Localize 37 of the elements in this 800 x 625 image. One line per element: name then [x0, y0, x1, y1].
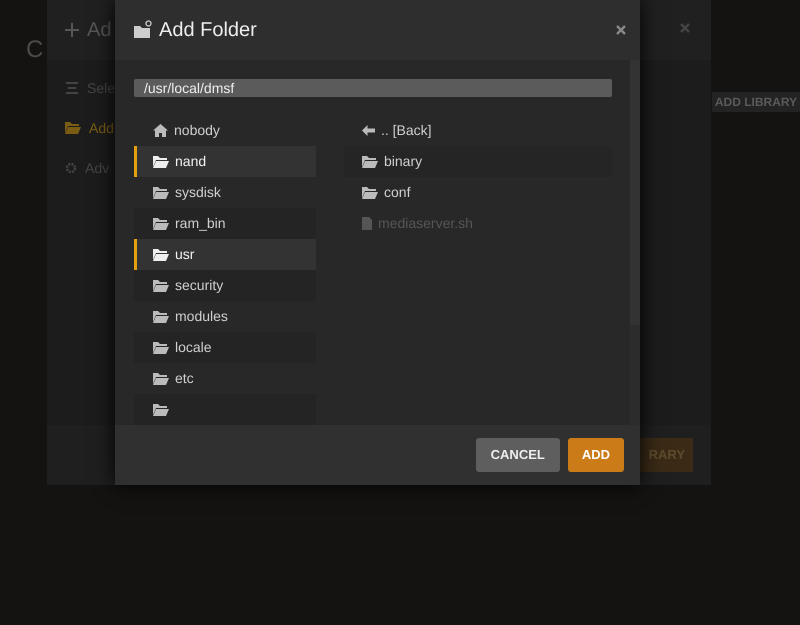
plus-icon [65, 23, 79, 37]
back-arrow-icon [362, 125, 375, 136]
directory-row[interactable]: usr [134, 239, 316, 270]
directory-row[interactable]: nobody [134, 115, 316, 146]
gear-icon [65, 162, 77, 174]
dialog-title: Add Folder [159, 18, 257, 43]
folder-icon [65, 122, 81, 134]
close-icon[interactable] [616, 25, 626, 35]
folder-add-icon [133, 20, 153, 40]
directory-row[interactable]: ram_bin [134, 208, 316, 239]
path-field[interactable]: /usr/local/dmsf [134, 79, 612, 97]
folder-icon [153, 218, 169, 230]
folder-icon [153, 248, 169, 260]
directory-row[interactable] [134, 394, 316, 425]
folder-icon [153, 156, 169, 168]
folder-icon [153, 280, 169, 292]
cancel-button[interactable]: CANCEL [476, 438, 560, 472]
page-heading: C [26, 35, 44, 65]
folder-icon [362, 156, 378, 168]
directory-row[interactable]: locale [134, 332, 316, 363]
directory-row[interactable]: security [134, 270, 316, 301]
folder-icon [153, 372, 169, 384]
directory-row[interactable]: sysdisk [134, 177, 316, 208]
folder-icon [153, 342, 169, 354]
list-icon [65, 82, 79, 94]
home-icon [153, 124, 168, 137]
file-icon [362, 217, 372, 230]
folder-icon [153, 186, 169, 198]
directory-row[interactable]: modules [134, 301, 316, 332]
directory-row[interactable]: etc [134, 363, 316, 394]
folder-icon [362, 186, 378, 198]
directory-row[interactable]: .. [Back] [344, 115, 612, 146]
folder-icon [153, 404, 169, 416]
directory-row[interactable]: nand [134, 146, 316, 177]
folder-icon [153, 310, 169, 322]
scrollbar-thumb[interactable] [630, 60, 640, 325]
directory-row[interactable]: conf [344, 177, 612, 208]
